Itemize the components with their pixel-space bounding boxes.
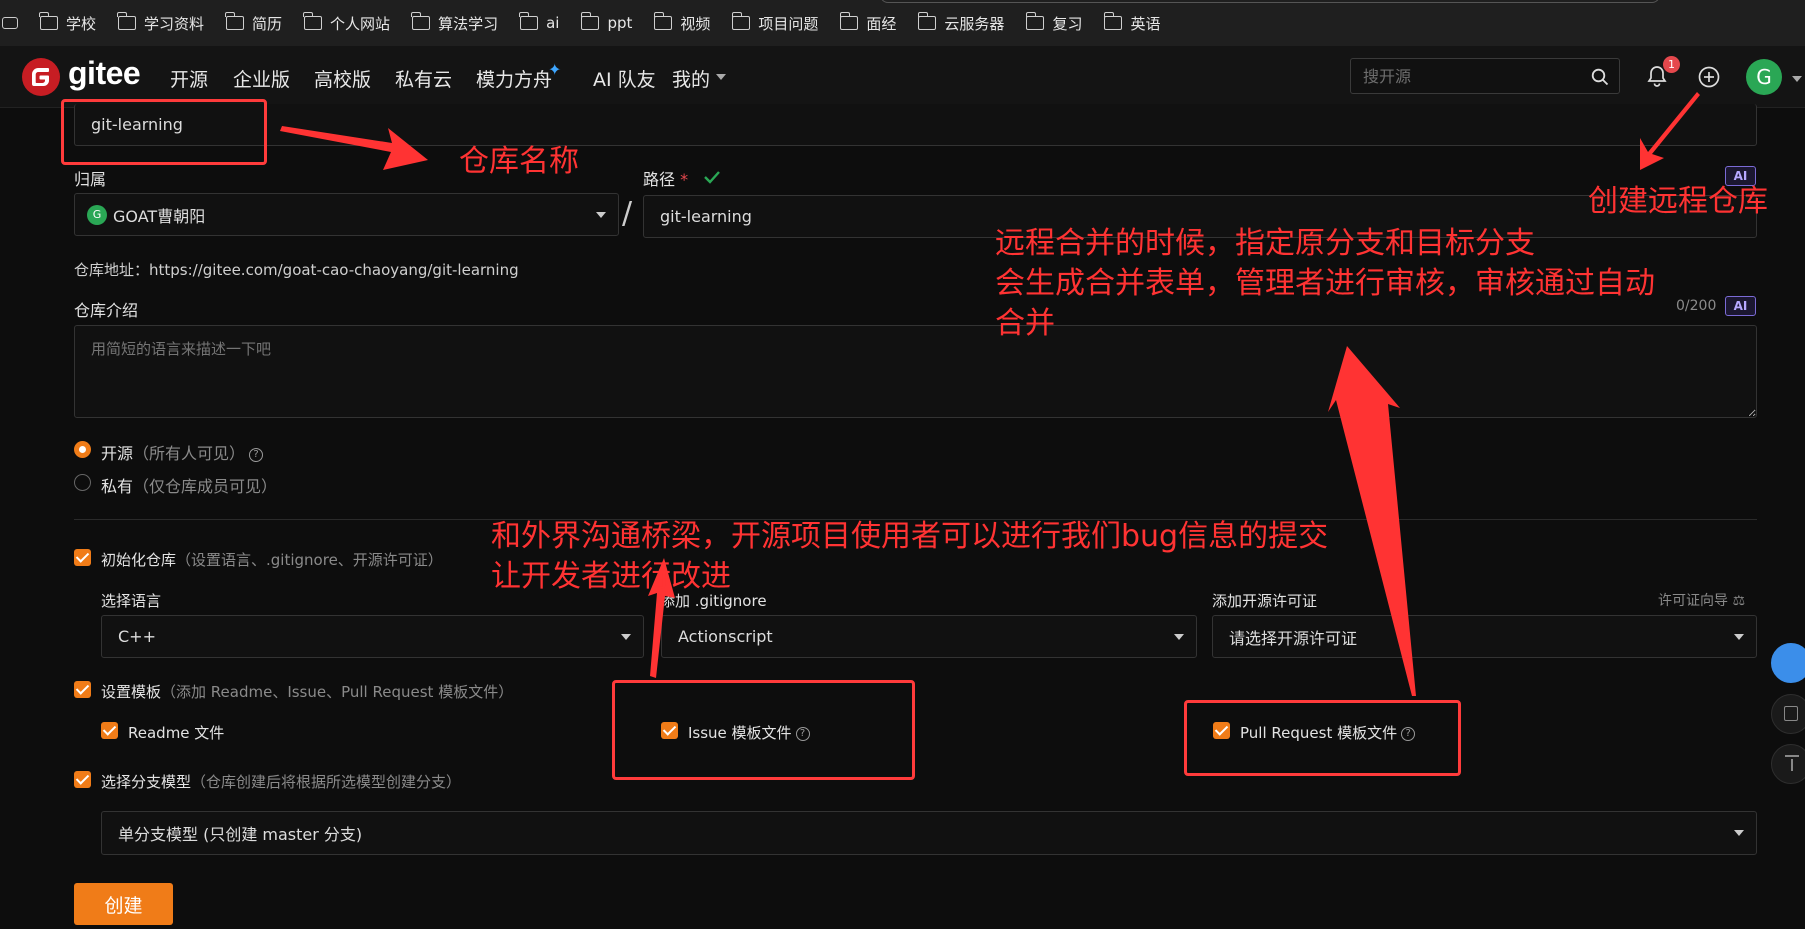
arrow-to-plus (1640, 92, 1700, 170)
annotation-arrows (280, 92, 1700, 696)
annotation-create-remote: 创建远程仓库 (1588, 184, 1768, 219)
arrow-to-pr (1328, 346, 1416, 696)
annotation-issue-note: 和外界沟通桥梁，开源项目使用者可以进行我们bug信息的提交 让开发者进行改进 (491, 519, 1329, 594)
annotation-repo-name: 仓库名称 (459, 144, 579, 179)
arrow-to-repo-name (280, 126, 428, 170)
annotation-merge-note: 远程合并的时候，指定原分支和目标分支 会生成合并表单，管理者进行审核，审核通过自… (995, 226, 1655, 341)
